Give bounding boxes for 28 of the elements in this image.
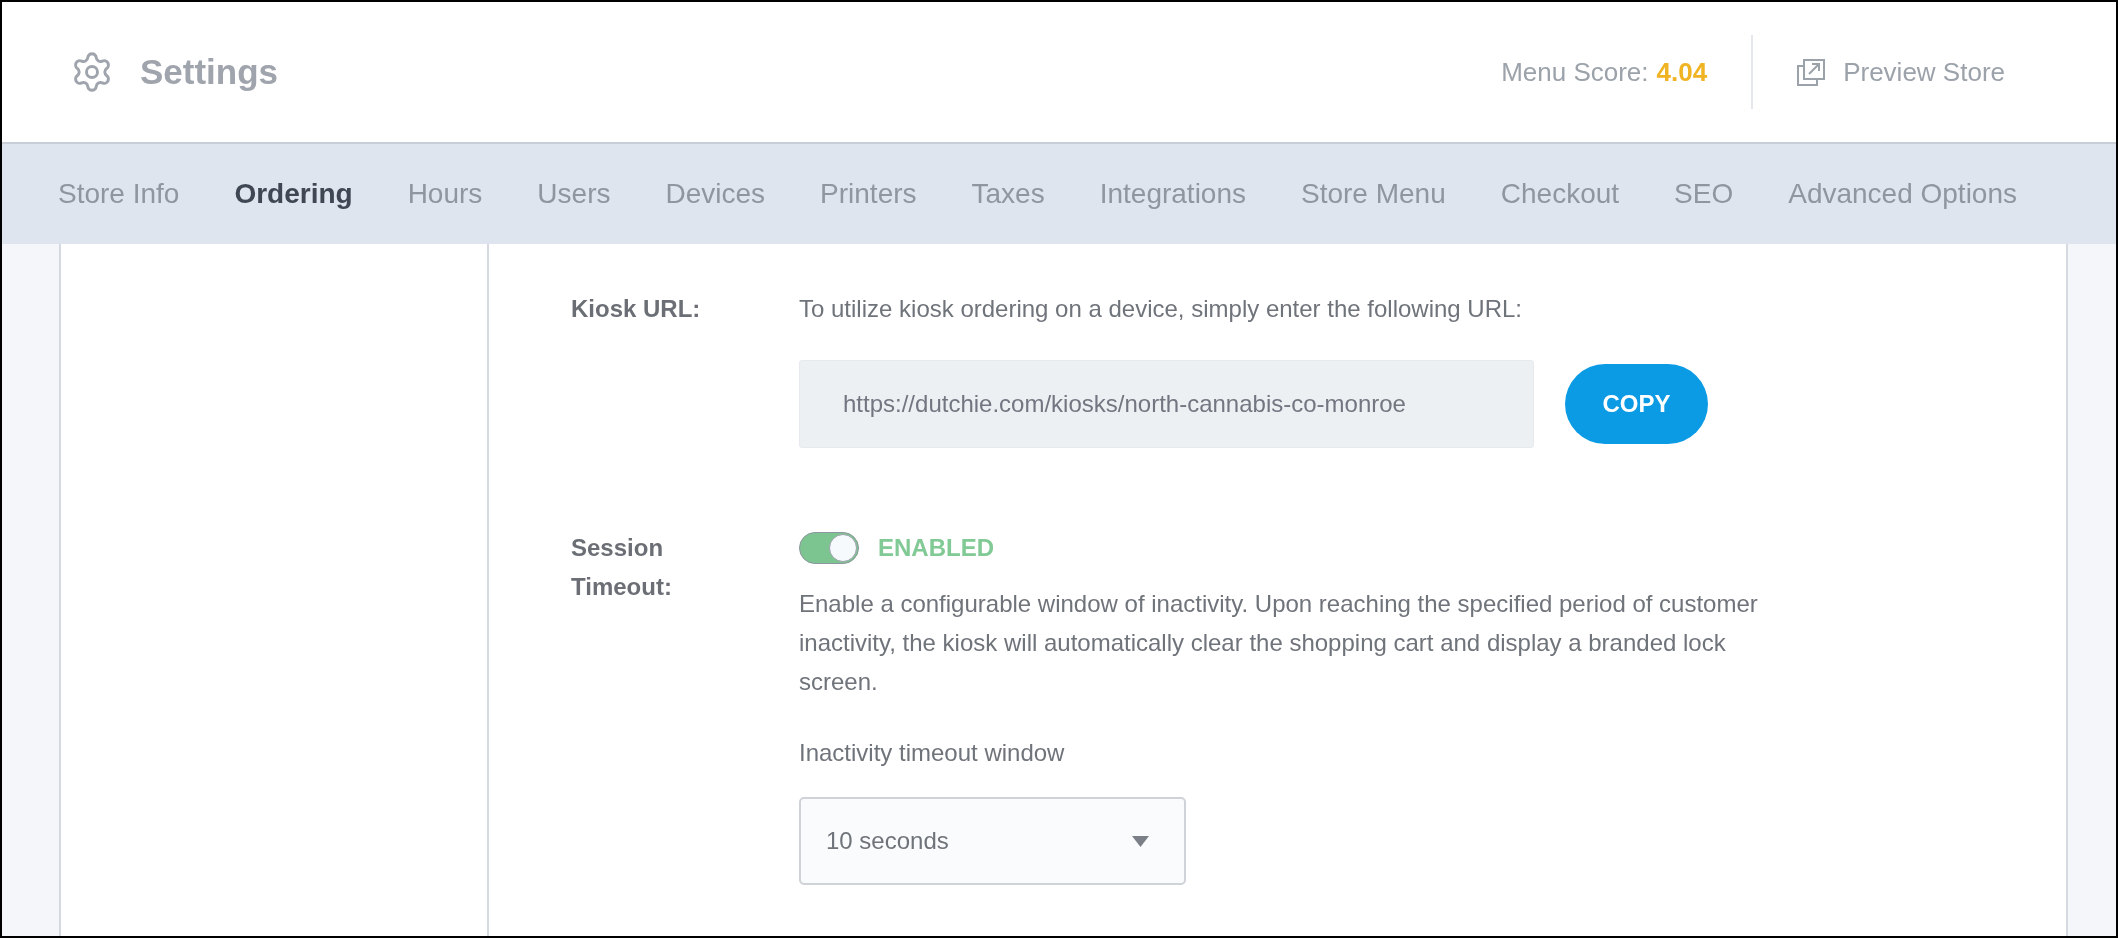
tab[interactable]: Printers xyxy=(820,173,917,215)
timeout-select[interactable]: 10 seconds xyxy=(799,797,1186,885)
tab[interactable]: Store Menu xyxy=(1301,173,1446,215)
select-label: Inactivity timeout window xyxy=(799,738,1065,768)
preview-store-button[interactable]: Preview Store xyxy=(1797,52,2005,92)
tab[interactable]: Checkout xyxy=(1500,173,1620,215)
tab[interactable]: Store Info xyxy=(58,173,180,215)
tab[interactable]: Hours xyxy=(407,173,483,215)
url-field[interactable]: https://dutchie.com/kiosks/north-cannabis-co-monroe xyxy=(799,360,1534,448)
page-title: Settings xyxy=(140,50,279,93)
caret-down-icon xyxy=(1132,835,1149,847)
external-link-icon xyxy=(1797,58,1826,86)
menu-score-value: 4.04 xyxy=(1656,55,1708,89)
tab[interactable]: Users xyxy=(537,173,611,215)
tab[interactable]: Integrations xyxy=(1099,173,1246,215)
status-label: ENABLED xyxy=(878,532,994,563)
tab[interactable]: Taxes xyxy=(971,173,1045,215)
menu-score-label: Menu Score: xyxy=(1501,55,1649,89)
copy-button[interactable]: COPY xyxy=(1565,364,1708,444)
tab[interactable]: Ordering xyxy=(234,173,353,215)
session-timeout-description: Enable a configurable window of inactivity. Upon reaching the specified period of customer inactivity, the kiosk will automatically clear the shopping cart and display a branded lock screen. xyxy=(799,589,1759,697)
tab[interactable]: Advanced Options xyxy=(1788,173,2017,215)
field-label: Session Timeout: xyxy=(571,533,673,602)
kiosk-url-description: To utilize kiosk ordering on a device, simply enter the following URL: xyxy=(799,294,1522,324)
tab[interactable]: SEO xyxy=(1674,173,1734,215)
field-label: Kiosk URL: xyxy=(571,294,702,324)
tab[interactable]: Devices xyxy=(665,173,766,215)
toggle-switch[interactable] xyxy=(799,531,859,564)
